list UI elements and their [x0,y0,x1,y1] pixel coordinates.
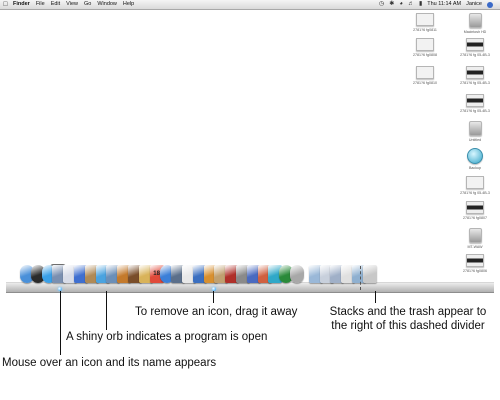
desktop-icon[interactable]: Untitled [459,121,491,142]
trash-icon[interactable] [362,265,377,283]
desktop-icon[interactable]: 2781?6 fg 05-4B-3 [459,38,491,57]
desktop-icon[interactable]: Backup [459,148,491,170]
leader-line-mouse-over [60,291,61,355]
desktop-icon-label: Backup [469,166,481,170]
desktop-icon[interactable]: 2781?6 fg 05-4B-3 [459,176,491,195]
desktop-icon-label: 2781?6 fg0808 [413,53,437,57]
disk-icon [468,121,482,136]
desktop-icon-label: 2781?6 fg 05-4B-3 [460,81,490,85]
bluetooth-icon[interactable]: ✱ [389,0,394,9]
desktop-icon-label: 2781?6 fg 05-4B-3 [460,109,490,113]
desktop-icon-label: 2781?6 fg0810 [413,81,437,85]
menu-help[interactable]: Help [123,0,134,9]
desktop-icon[interactable]: 2781?6 fg0808 [409,38,441,57]
desktop-icon[interactable]: 2781?6 fg0810 [409,66,441,85]
desktop-icon[interactable]: 2781?6 fg 05-4B-3 [459,66,491,85]
menu-finder[interactable]: Finder [13,0,30,9]
callout-stacks-line-1: Stacks and the trash appear to [329,306,487,318]
callout-mouse-over: Mouse over an icon and its name appears [2,357,217,369]
screenshot-file-icon [466,201,484,214]
desktop-icon[interactable]: 2781?6 fg0806 [459,254,491,273]
callout-remove-icon: To remove an icon, drag it away [135,306,298,318]
spotlight-icon[interactable] [290,265,304,283]
time-machine-disk-icon [467,148,483,164]
desktop-icon[interactable]: MT-WAW [459,228,491,249]
desktop-icon-label: Macintosh HD [463,30,487,34]
desktop-icon[interactable]: 2781?6 fg0811 [409,13,441,32]
desktop-icon-label: 2781?6 fg 05-4B-3 [460,53,490,57]
desktop-icon-label: 2781?6 fg0806 [463,269,487,273]
menu-go[interactable]: Go [84,0,91,9]
time-machine-menu-icon[interactable]: ◷ [379,0,384,9]
callout-stacks-line-2: the right of this dashed divider [331,320,485,332]
leader-line-shiny-orb [106,291,107,330]
callout-stacks-divider: Stacks and the trash appear to the right… [320,305,496,333]
screenshot-file-icon [416,13,434,26]
menu-user[interactable]: Janice [466,0,482,9]
menu-file[interactable]: File [36,0,45,9]
desktop-icon-label: 2781?6 fg0807 [463,216,487,220]
menu-view[interactable]: View [66,0,78,9]
hard-drive-icon [468,13,482,28]
desktop-icon[interactable]: 2781?6 fg 05-4B-3 [459,94,491,113]
screenshot-file-icon [416,38,434,51]
menu-extras: ◷ ✱ ◕ ♬ ▮ Thu 11:14 AM Janice [379,0,493,9]
menu-edit[interactable]: Edit [51,0,60,9]
menu-window[interactable]: Window [97,0,117,9]
desktop-icon-label: Untitled [468,138,482,142]
spotlight-menu-icon[interactable] [487,2,493,8]
desktop-icon-label: 2781?6 fg 05-4B-3 [460,191,490,195]
dock [6,282,494,293]
screenshot-file-icon [466,254,484,267]
desktop-icon[interactable]: 2781?6 fg0807 [459,201,491,220]
menu-clock[interactable]: Thu 11:14 AM [427,0,461,9]
menu-items: Finder File Edit View Go Window Help [13,0,134,9]
screenshot-file-icon [466,176,484,189]
dock-divider[interactable] [360,266,361,290]
apple-icon[interactable]:  [3,0,8,9]
desktop-icon-label: MT-WAW [467,245,483,249]
volume-icon[interactable]: ♬ [408,0,414,9]
desktop-icon[interactable]: Macintosh HD [459,13,491,34]
wifi-icon[interactable]: ◕ [399,0,403,9]
screenshot-file-icon [466,66,484,79]
disk-icon [468,228,482,243]
screenshot-file-icon [466,94,484,107]
screenshot-file-icon [416,66,434,79]
leader-line-remove-icon [213,291,214,303]
menu-bar:  Finder File Edit View Go Window Help ◷… [0,0,500,10]
screenshot-file-icon [466,38,484,51]
callout-shiny-orb: A shiny orb indicates a program is open [66,331,268,343]
leader-line-divider [375,291,376,303]
battery-icon[interactable]: ▮ [419,0,422,9]
desktop-icon-label: 2781?6 fg0811 [413,28,437,32]
